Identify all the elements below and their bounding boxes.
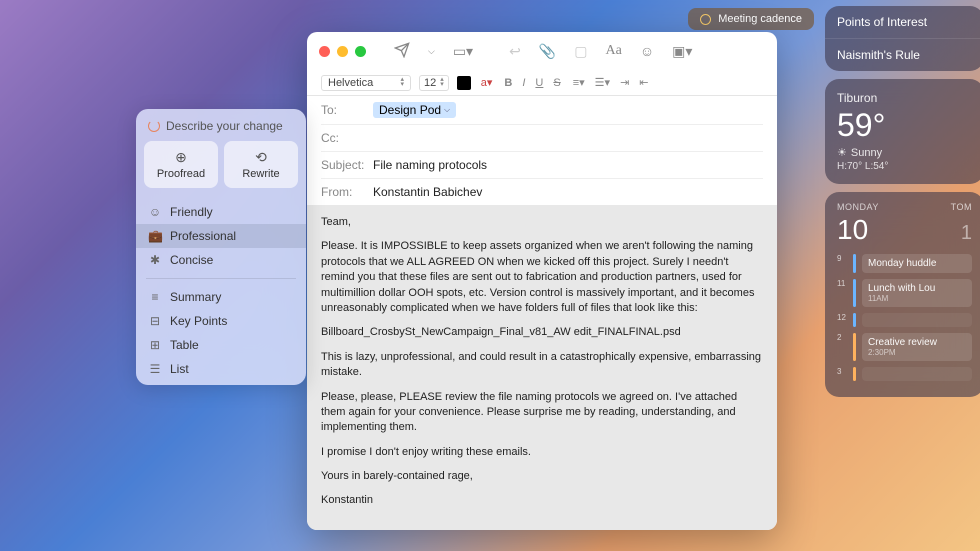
widget-column: Points of Interest Naismith's Rule Tibur… xyxy=(825,0,980,551)
reminder-label: Meeting cadence xyxy=(718,13,802,25)
tone-icon: ✱ xyxy=(148,253,162,267)
mail-headers: To: Design Pod⌵ Cc: Subject: File naming… xyxy=(307,96,777,205)
calendar-next-date: 1 xyxy=(961,222,972,245)
weather-location: Tiburon xyxy=(837,91,972,105)
font-select[interactable]: Helvetica▴▾ xyxy=(321,75,411,91)
list-icon[interactable]: ☰▾ xyxy=(593,76,612,89)
attach-icon[interactable]: 📎 xyxy=(539,43,556,60)
emoji-icon[interactable]: ☺ xyxy=(640,43,654,59)
italic-icon[interactable]: I xyxy=(520,77,527,89)
calendar-event[interactable]: 11Lunch with Lou11AM xyxy=(837,279,972,307)
calendar-event[interactable]: 3 xyxy=(837,367,972,381)
indent-right-icon[interactable]: ⇥ xyxy=(618,76,631,89)
cc-label: Cc: xyxy=(321,131,373,145)
subject-label: Subject: xyxy=(321,158,373,172)
event-bar xyxy=(853,367,856,381)
strikethrough-icon[interactable]: S xyxy=(551,77,562,89)
notes-widget: Points of Interest Naismith's Rule xyxy=(825,6,980,71)
align-icon[interactable]: ≡▾ xyxy=(571,76,587,89)
recipient-chip[interactable]: Design Pod⌵ xyxy=(373,102,456,118)
calendar-date: 10 xyxy=(837,214,868,246)
mail-compose-window: ⌵ ▭▾ ↩ 📎 ▢ Aa ☺ ▣▾ Helvetica▴▾ 12▴▾ a▾ B… xyxy=(307,32,777,530)
format-icon: ⊞ xyxy=(148,338,162,352)
format-option-key-points[interactable]: ⊟Key Points xyxy=(136,309,306,333)
reminder-pill[interactable]: Meeting cadence xyxy=(688,8,814,30)
chevron-down-icon[interactable]: ⌵ xyxy=(428,46,435,57)
format-option-summary[interactable]: ≡Summary xyxy=(136,285,306,309)
tone-option-professional[interactable]: 💼Professional xyxy=(136,224,306,248)
titlebar: ⌵ ▭▾ ↩ 📎 ▢ Aa ☺ ▣▾ xyxy=(307,32,777,70)
chevron-down-icon: ⌵ xyxy=(444,105,450,115)
format-icon: ≡ xyxy=(148,290,162,304)
tone-icon: 💼 xyxy=(148,229,162,243)
size-select[interactable]: 12▴▾ xyxy=(419,75,449,91)
format-icon: ⊟ xyxy=(148,314,162,328)
subject-field[interactable]: File naming protocols xyxy=(373,158,487,172)
calendar-day-label: MONDAY xyxy=(837,202,879,212)
format-icon[interactable]: Aa xyxy=(606,43,622,59)
photo-icon[interactable]: ▢ xyxy=(574,43,587,60)
weather-condition: ☀Sunny xyxy=(837,146,972,159)
mail-toolbar: ⌵ ▭▾ ↩ 📎 ▢ Aa ☺ ▣▾ xyxy=(394,42,692,61)
to-label: To: xyxy=(321,103,373,117)
sun-icon: ☀ xyxy=(837,146,847,159)
calendar-event[interactable]: 9Monday huddle xyxy=(837,254,972,273)
format-option-table[interactable]: ⊞Table xyxy=(136,333,306,357)
weather-temp: 59° xyxy=(837,107,972,144)
format-icon: ☰ xyxy=(148,362,162,376)
proofread-button[interactable]: ⊕ Proofread xyxy=(144,141,218,188)
text-color-icon[interactable]: a▾ xyxy=(479,76,495,89)
bold-icon[interactable]: B xyxy=(502,77,514,89)
format-option-list[interactable]: ☰List xyxy=(136,357,306,381)
from-label: From: xyxy=(321,185,373,199)
header-fields-icon[interactable]: ▭▾ xyxy=(453,43,473,60)
notes-item[interactable]: Points of Interest xyxy=(825,6,980,39)
close-button[interactable] xyxy=(319,46,330,57)
format-bar: Helvetica▴▾ 12▴▾ a▾ B I U S ≡▾ ☰▾ ⇥ ⇤ xyxy=(307,70,777,96)
event-bar xyxy=(853,254,856,273)
from-field[interactable]: Konstantin Babichev xyxy=(373,185,482,199)
notes-item[interactable]: Naismith's Rule xyxy=(825,39,980,71)
rewrite-button[interactable]: ⟲ Rewrite xyxy=(224,141,298,188)
media-icon[interactable]: ▣▾ xyxy=(672,43,692,60)
mail-body[interactable]: Team, Please. It is IMPOSSIBLE to keep a… xyxy=(307,205,777,530)
text-color-swatch[interactable] xyxy=(457,76,471,90)
rewrite-icon: ⟲ xyxy=(228,149,294,166)
weather-widget[interactable]: Tiburon 59° ☀Sunny H:70° L:54° xyxy=(825,79,980,184)
event-bar xyxy=(853,279,856,307)
tone-option-concise[interactable]: ✱Concise xyxy=(136,248,306,272)
minimize-button[interactable] xyxy=(337,46,348,57)
reply-icon: ↩ xyxy=(509,43,521,60)
zoom-button[interactable] xyxy=(355,46,366,57)
calendar-event[interactable]: 2Creative review2:30PM xyxy=(837,333,972,361)
traffic-lights xyxy=(319,46,366,57)
sparkle-icon xyxy=(148,120,160,132)
writing-tools-panel: Describe your change ⊕ Proofread ⟲ Rewri… xyxy=(136,109,306,385)
tone-icon: ☺ xyxy=(148,205,162,219)
calendar-event[interactable]: 12 xyxy=(837,313,972,327)
underline-icon[interactable]: U xyxy=(533,77,545,89)
event-bar xyxy=(853,333,856,361)
indent-left-icon[interactable]: ⇤ xyxy=(637,76,650,89)
reminder-circle-icon xyxy=(700,14,711,25)
calendar-next-label: TOM xyxy=(951,202,972,212)
calendar-widget[interactable]: MONDAY TOM 10 1 9Monday huddle 11Lunch wi… xyxy=(825,192,980,397)
weather-range: H:70° L:54° xyxy=(837,161,972,172)
tone-option-friendly[interactable]: ☺Friendly xyxy=(136,200,306,224)
send-icon[interactable] xyxy=(394,42,410,61)
event-bar xyxy=(853,313,856,327)
writing-tools-header[interactable]: Describe your change xyxy=(136,109,306,141)
magnify-icon: ⊕ xyxy=(148,149,214,166)
